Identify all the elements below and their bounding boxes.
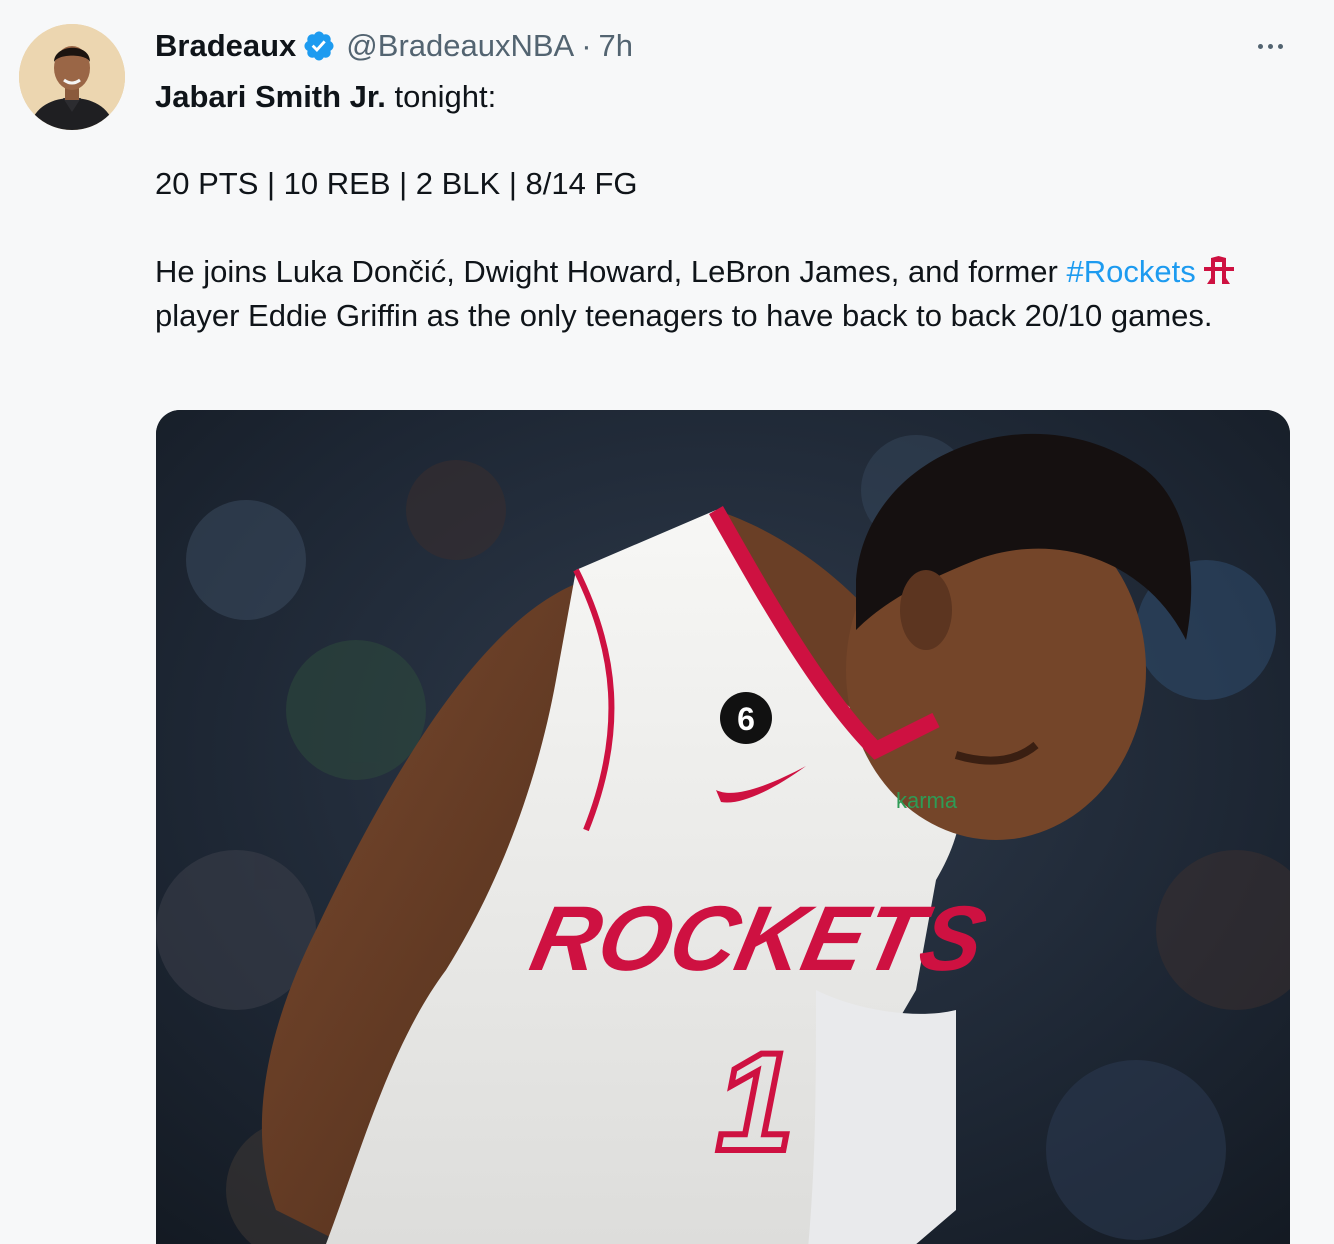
jersey-number: 1 [716,1023,794,1180]
tonight-text: tonight: [385,79,497,114]
player-name: Jabari Smith Jr. [155,79,386,114]
more-horizontal-icon[interactable] [1248,30,1292,62]
tweet-text-paragraph: He joins Luka Dončić, Dwight Howard, LeB… [155,250,1275,338]
jersey-patch-number: 6 [737,701,755,737]
stat-line: 20 PTS | 10 REB | 2 BLK | 8/14 FG [155,166,638,201]
paragraph-part-1: He joins Luka Dončić, Dwight Howard, LeB… [155,254,1058,289]
author-display-name[interactable]: Bradeaux [155,28,296,64]
tweet-card[interactable]: Bradeaux @BradeauxNBA · 7h Jabari Smith … [0,0,1334,1244]
jersey-lettering: ROCKETS [523,887,995,990]
author-handle[interactable]: @BradeauxNBA [346,28,574,64]
tweet-photo[interactable]: 6 karma ROCKETS 1 [156,410,1290,1244]
tweet-timestamp[interactable]: 7h [599,28,633,64]
avatar[interactable] [19,24,125,130]
tweet-header: Bradeaux @BradeauxNBA · 7h [155,26,633,66]
verified-badge-icon [302,29,336,63]
tweet-text-line-1: Jabari Smith Jr. tonight: [155,75,1275,119]
paragraph-part-2: player Eddie Griffin as the only teenage… [155,298,1213,333]
hashtag-rockets-link[interactable]: #Rockets [1066,254,1195,289]
jersey-sponsor: karma [896,788,958,813]
rockets-logo-icon [1202,254,1236,284]
separator-dot: · [581,28,592,63]
